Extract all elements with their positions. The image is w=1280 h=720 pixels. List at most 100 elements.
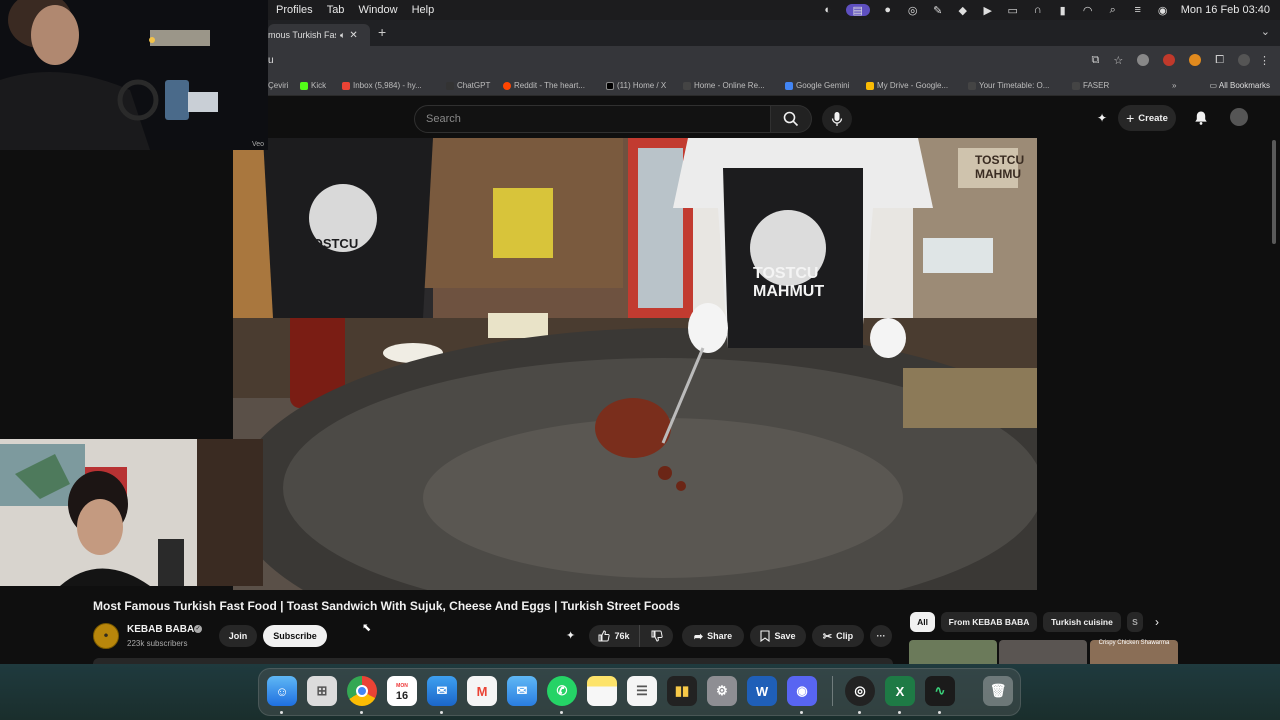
- channel-avatar[interactable]: ☻: [93, 623, 119, 649]
- save-button[interactable]: Save: [750, 625, 806, 647]
- settings-icon[interactable]: ⚙: [707, 676, 737, 706]
- scissors-icon: ✂: [822, 630, 833, 643]
- channel-name[interactable]: KEBAB BABA: [127, 624, 194, 635]
- status-dot-icon[interactable]: ●: [881, 4, 895, 16]
- dislike-button[interactable]: [639, 625, 673, 647]
- pen-icon[interactable]: ✎: [931, 4, 945, 17]
- premium-icon[interactable]: ✦: [566, 629, 575, 642]
- siri-icon[interactable]: ◉: [1156, 4, 1170, 17]
- outlook-icon[interactable]: ✉: [427, 676, 457, 706]
- subscribe-button[interactable]: Subscribe: [263, 625, 327, 647]
- bookmark-item[interactable]: Google Gemini: [785, 81, 849, 90]
- battery-icon[interactable]: ▮: [1056, 4, 1070, 17]
- chevron-down-icon[interactable]: ⌄: [1261, 25, 1270, 38]
- wall-sign-text-2: MAHMU: [975, 167, 1021, 181]
- car-icon[interactable]: ▭: [1006, 4, 1020, 17]
- all-bookmarks[interactable]: ▭ All Bookmarks: [1210, 81, 1270, 90]
- more-actions-button[interactable]: ···: [870, 625, 892, 647]
- discord-icon[interactable]: ◉: [787, 676, 817, 706]
- share-button[interactable]: ➦ Share: [682, 625, 744, 647]
- bookmark-item[interactable]: Kick: [300, 81, 326, 90]
- bookmark-item[interactable]: Home - Online Re...: [683, 81, 765, 90]
- kebab-menu-icon[interactable]: ⋮: [1259, 54, 1270, 67]
- extension-icon[interactable]: [1163, 54, 1176, 66]
- bell-icon[interactable]: [1193, 110, 1209, 126]
- address-bar[interactable]: u: [268, 55, 274, 66]
- extension-icon[interactable]: [1137, 54, 1150, 66]
- voice-search-button[interactable]: [822, 105, 852, 133]
- launchpad-icon[interactable]: ⊞: [307, 676, 337, 706]
- premium-icon[interactable]: ✦: [1097, 111, 1107, 125]
- wifi-icon[interactable]: ◠: [1081, 4, 1095, 17]
- chatgpt-icon: [446, 81, 454, 90]
- chip-turkish-cuisine[interactable]: Turkish cuisine: [1043, 612, 1121, 632]
- profile-icon[interactable]: [1238, 54, 1250, 66]
- wall-sign-text: TOSTCU: [975, 153, 1024, 167]
- location-icon[interactable]: ◆: [956, 4, 970, 17]
- chip-all[interactable]: All: [910, 612, 935, 632]
- chevron-right-icon[interactable]: »: [1172, 81, 1176, 90]
- scrollbar[interactable]: [1272, 140, 1276, 244]
- bookmark-item[interactable]: ChatGPT: [446, 81, 490, 90]
- browser-tab[interactable]: mous Turkish Fast 🔈︎ ✕: [268, 24, 370, 46]
- play-icon[interactable]: ▶: [981, 4, 995, 17]
- menu-profiles[interactable]: Profiles: [276, 4, 313, 16]
- chrome-icon[interactable]: [347, 676, 377, 706]
- recommended-thumbnail[interactable]: [909, 640, 997, 664]
- extension-icon[interactable]: [1189, 54, 1202, 66]
- spotify-icon[interactable]: ◎: [906, 4, 920, 17]
- excel-icon[interactable]: X: [885, 676, 915, 706]
- menubar-clock[interactable]: Mon 16 Feb 03:40: [1181, 4, 1270, 16]
- camera-label: Veo: [252, 141, 265, 148]
- bookmark-item[interactable]: FASER: [1072, 81, 1109, 90]
- bookmark-item[interactable]: Çeviri: [268, 81, 288, 90]
- clip-button[interactable]: ✂ Clip: [812, 625, 864, 647]
- create-button[interactable]: + Create: [1118, 105, 1176, 131]
- reminders-icon[interactable]: ☰: [627, 676, 657, 706]
- install-icon[interactable]: ⧉: [1091, 54, 1099, 67]
- speaker-icon[interactable]: 🔈︎: [340, 30, 345, 41]
- video-player[interactable]: TOSTCU TOSTCU MAHMUT TOSTCU MAHMU: [233, 138, 1037, 590]
- word-icon[interactable]: W: [747, 676, 777, 706]
- streamer-camera-frame: [0, 439, 263, 586]
- obs-icon[interactable]: ◎: [845, 676, 875, 706]
- new-tab-icon[interactable]: +: [378, 24, 386, 40]
- menu-help[interactable]: Help: [412, 4, 435, 16]
- like-button[interactable]: 76k: [589, 625, 639, 647]
- bookmark-item[interactable]: Inbox (5,984) - hy...: [342, 81, 422, 90]
- notes-icon[interactable]: [587, 676, 617, 706]
- search-icon[interactable]: ⌕: [1106, 4, 1120, 16]
- finder-icon[interactable]: ☺: [267, 676, 297, 706]
- join-button[interactable]: Join: [219, 625, 257, 647]
- trash-icon[interactable]: 🗑︎: [983, 676, 1013, 706]
- bookmark-item[interactable]: My Drive - Google...: [866, 81, 948, 90]
- bookmark-star-icon[interactable]: ☆: [1113, 54, 1123, 67]
- chip-from-channel[interactable]: From KEBAB BABA: [941, 612, 1037, 632]
- search-button[interactable]: [771, 105, 812, 133]
- control-center-icon[interactable]: ≡: [1131, 4, 1145, 16]
- gmail-icon[interactable]: M: [467, 676, 497, 706]
- close-icon[interactable]: ✕: [349, 30, 357, 41]
- menu-tab[interactable]: Tab: [327, 4, 345, 16]
- calendar-icon[interactable]: MON 16: [387, 676, 417, 706]
- puzzle-icon[interactable]: ⧠: [1215, 54, 1224, 67]
- dock-running-indicator: [898, 711, 901, 714]
- search-input[interactable]: Search: [414, 105, 771, 133]
- whatsapp-icon[interactable]: ✆: [547, 676, 577, 706]
- account-avatar[interactable]: [1230, 108, 1248, 126]
- mail-icon[interactable]: ✉: [507, 676, 537, 706]
- status-pill-icon[interactable]: ▤: [845, 4, 870, 17]
- activity-monitor-icon[interactable]: ∿: [925, 676, 955, 706]
- chip-more[interactable]: S: [1127, 612, 1143, 632]
- gmail-icon: [342, 81, 350, 90]
- status-app-icon[interactable]: ◐: [821, 4, 835, 16]
- stats-icon[interactable]: ▮▮: [667, 676, 697, 706]
- recommended-thumbnail[interactable]: [999, 640, 1087, 664]
- chevron-right-icon[interactable]: ›: [1155, 615, 1159, 629]
- bookmark-item[interactable]: (11) Home / X: [606, 81, 666, 90]
- site-icon: [1072, 81, 1080, 90]
- bookmark-item[interactable]: Your Timetable: O...: [968, 81, 1049, 90]
- bookmark-item[interactable]: Reddit - The heart...: [503, 81, 585, 90]
- menu-window[interactable]: Window: [358, 4, 397, 16]
- headphones-icon[interactable]: ∩: [1031, 4, 1045, 16]
